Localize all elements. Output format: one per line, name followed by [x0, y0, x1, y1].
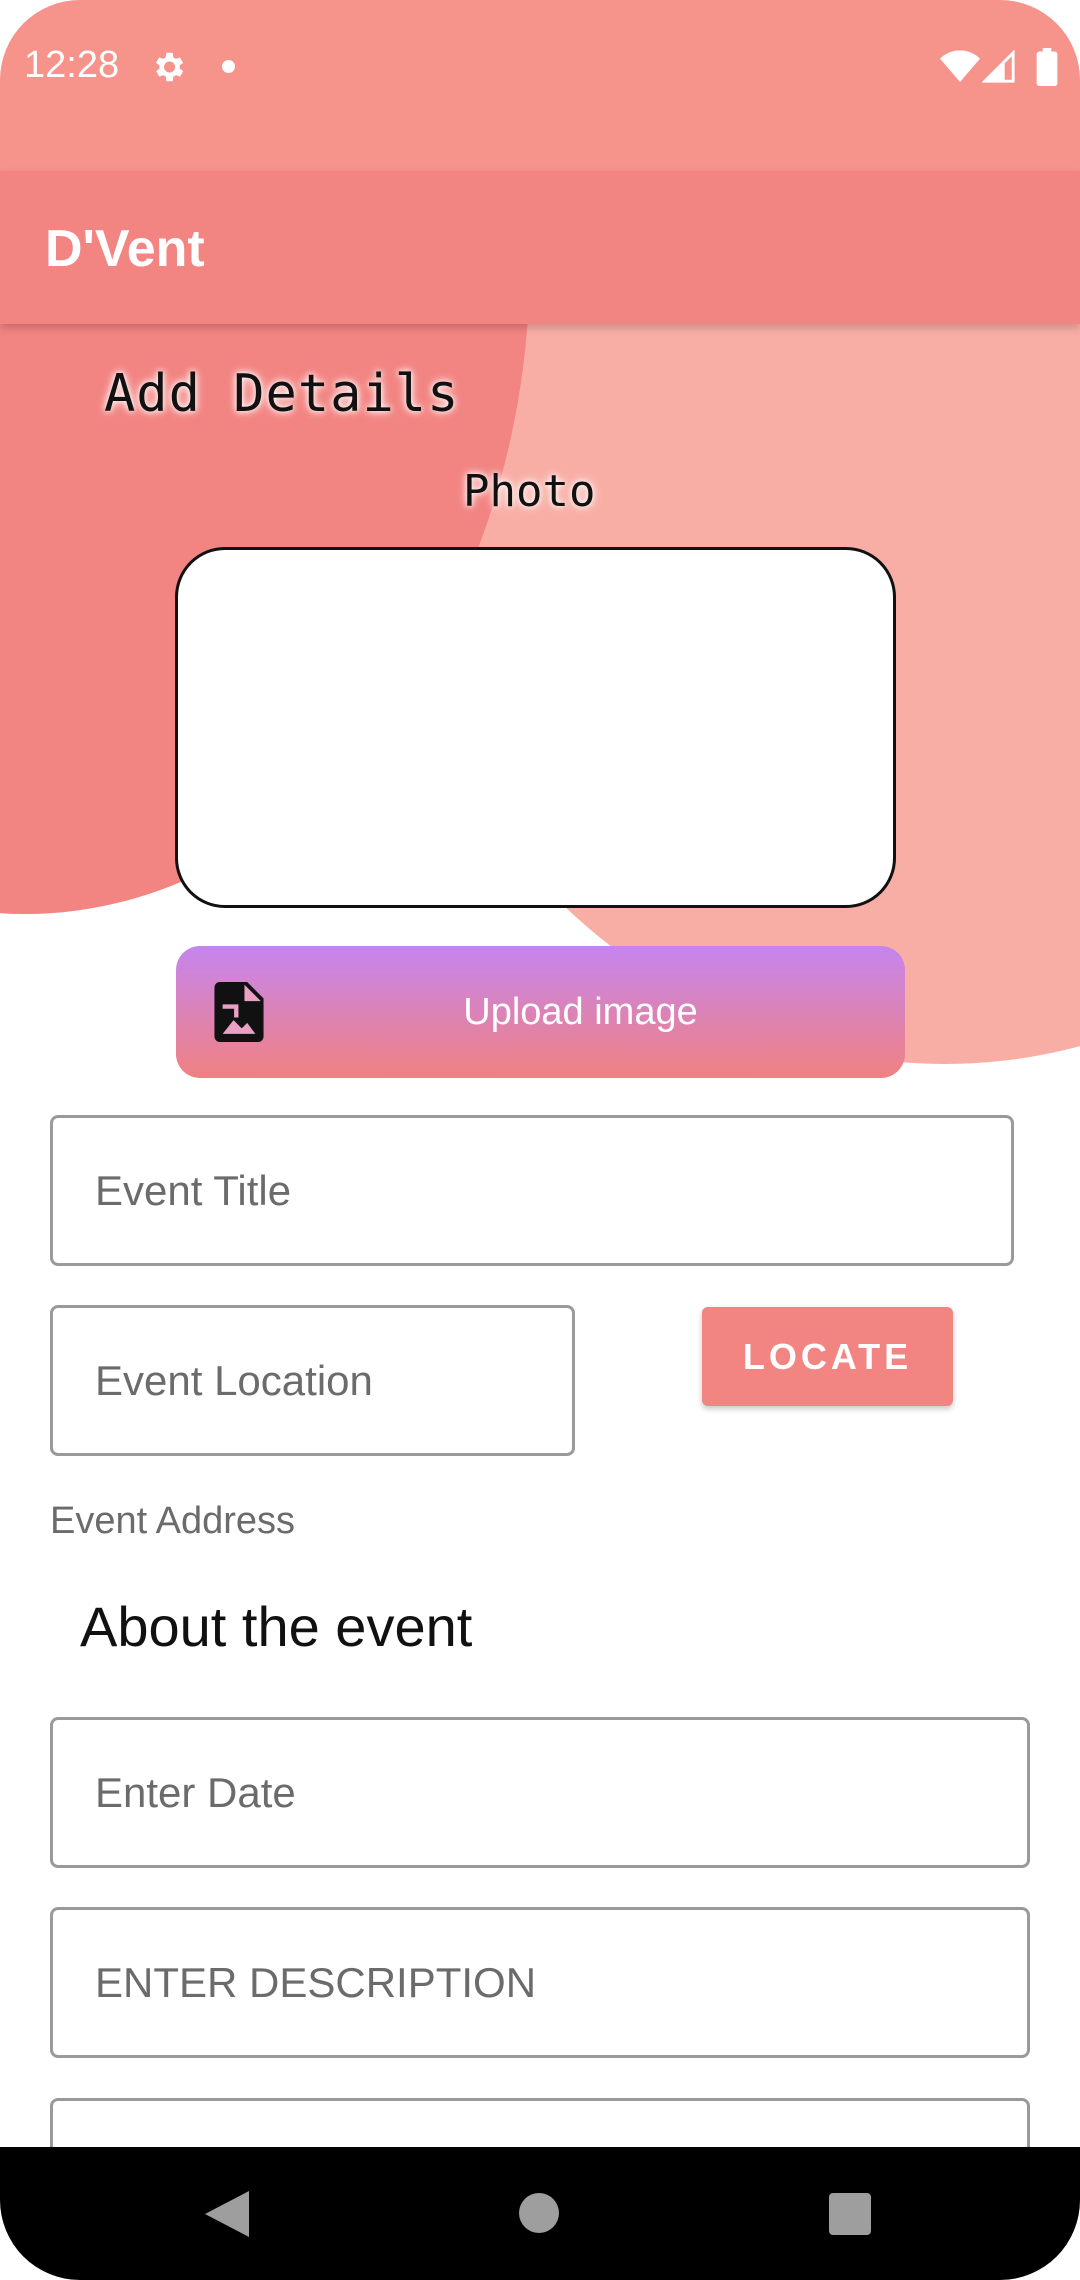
enter-date-placeholder: Enter Date	[95, 1768, 296, 1816]
add-details-heading: Add Details	[104, 364, 460, 424]
signal-icon	[982, 50, 1015, 83]
screen: 12:28 D'Vent Add Details Photo Upload im…	[0, 0, 1080, 2280]
home-icon[interactable]	[519, 2193, 559, 2233]
next-field-partial[interactable]	[50, 2098, 1030, 2147]
battery-icon	[1036, 48, 1058, 86]
photo-preview[interactable]	[175, 547, 896, 908]
upload-image-label: Upload image	[463, 991, 698, 1033]
locate-button[interactable]: LOCATE	[702, 1307, 953, 1406]
event-location-placeholder: Event Location	[95, 1356, 373, 1404]
wifi-icon	[940, 50, 980, 82]
enter-description-placeholder: ENTER DESCRIPTION	[95, 1958, 537, 2006]
event-title-field[interactable]: Event Title	[50, 1115, 1014, 1266]
event-address-label: Event Address	[50, 1500, 296, 1542]
upload-image-button[interactable]: Upload image	[176, 946, 905, 1078]
app-bar: D'Vent	[0, 171, 1080, 324]
photo-label: Photo	[463, 466, 596, 517]
back-icon[interactable]	[205, 2191, 249, 2237]
enter-description-field[interactable]: ENTER DESCRIPTION	[50, 1907, 1030, 2058]
status-bar: 12:28	[0, 0, 1080, 171]
event-location-field[interactable]: Event Location	[50, 1305, 575, 1456]
navigation-bar	[0, 2147, 1080, 2280]
status-time: 12:28	[24, 44, 120, 86]
about-event-heading: About the event	[80, 1595, 473, 1658]
enter-date-field[interactable]: Enter Date	[50, 1717, 1030, 1868]
event-title-placeholder: Event Title	[95, 1166, 292, 1214]
gear-icon	[155, 52, 184, 82]
dot-icon	[222, 60, 235, 73]
recents-icon[interactable]	[829, 2193, 871, 2235]
app-title: D'Vent	[45, 220, 205, 278]
form-content[interactable]: Add Details Photo Upload image Event Tit…	[0, 324, 1080, 2147]
